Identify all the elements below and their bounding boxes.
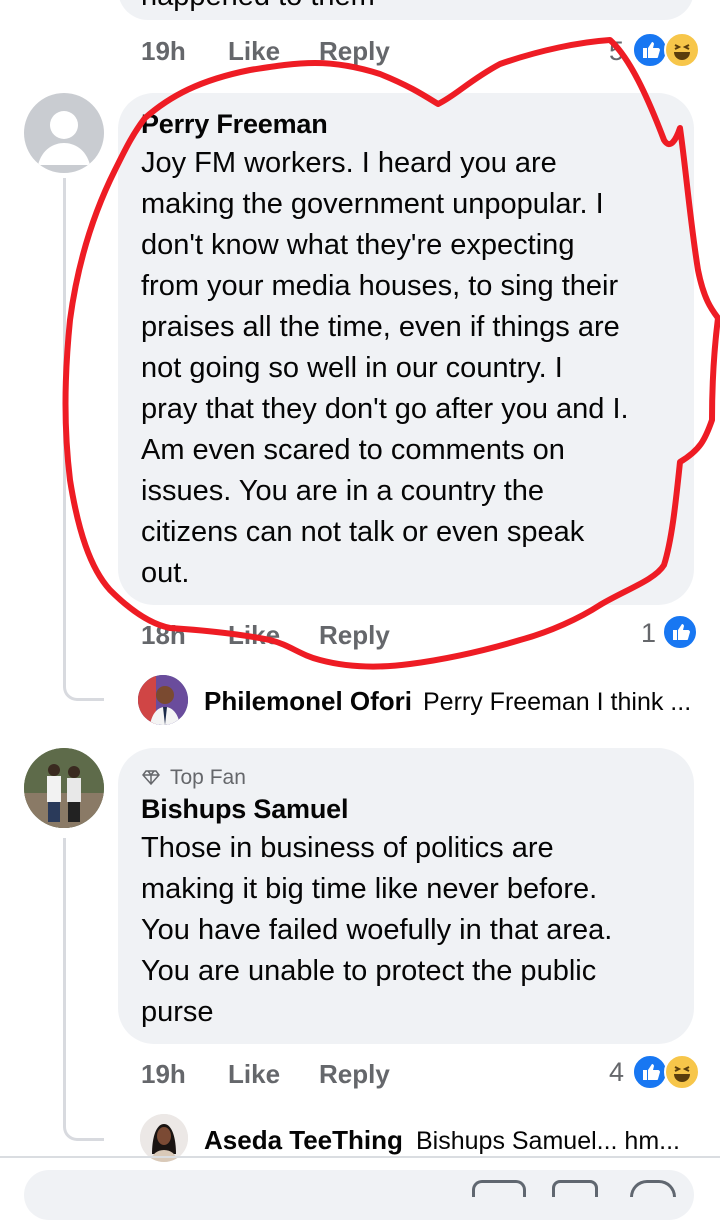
reply-preview-text[interactable]: Bishups Samuel... hm... [416, 1127, 680, 1156]
thread-line [63, 838, 104, 1141]
sticker-icon[interactable] [630, 1180, 676, 1197]
bottom-divider [0, 1156, 720, 1158]
haha-reaction-icon [664, 1054, 700, 1090]
top-fan-badge-icon [142, 768, 160, 786]
comment-author[interactable]: Bishups Samuel [141, 794, 348, 825]
reply-button[interactable]: Reply [319, 1059, 390, 1090]
reaction-count[interactable]: 4 [609, 1057, 624, 1088]
comment-text: Those in business of politics are making… [141, 832, 613, 1028]
aseda-avatar[interactable] [140, 1114, 188, 1162]
like-button[interactable]: Like [228, 1059, 280, 1090]
bishups-samuel-avatar[interactable] [24, 748, 104, 828]
like-reaction-icon [632, 1054, 668, 1090]
gif-icon[interactable] [552, 1180, 598, 1197]
comment-time: 19h [141, 1059, 186, 1089]
camera-icon[interactable] [472, 1180, 526, 1197]
reply-author[interactable]: Aseda TeeThing [204, 1125, 403, 1156]
top-fan-badge: Top Fan [170, 766, 246, 789]
red-annotation-scribble [62, 37, 720, 670]
